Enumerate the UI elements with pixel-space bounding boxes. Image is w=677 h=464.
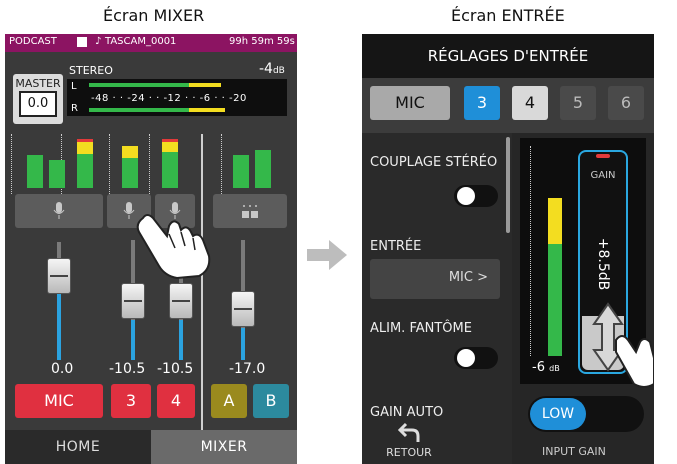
tab-4[interactable]: 4 [512,86,548,120]
meter-scale-ticks [149,134,156,194]
low-cut-label: LOW [530,398,586,430]
remaining-time: 99h 59m 59s [229,36,295,47]
status-bar: PODCAST ♪ TASCAM_0001 99h 59m 59s [5,34,297,52]
mic-fader-knob[interactable] [48,259,70,293]
back-arrow-icon [398,422,420,442]
meter-min: -6 dB [532,360,560,375]
mic-channel-button[interactable] [15,194,103,228]
left-channel-label: L [71,81,77,92]
a-select[interactable]: A [211,384,247,418]
tab-3[interactable]: 3 [464,86,500,120]
mic-channel-select[interactable]: MIC [15,384,103,418]
master-value: 0.0 [19,91,57,117]
master-level-value: -4 [259,61,273,77]
left-level-green [89,83,189,87]
gain-value: +8.5dB [595,237,611,291]
b-select[interactable]: B [253,384,289,418]
mic-fader-track [57,290,61,360]
a-meter-r [255,150,271,188]
tab-6[interactable]: 6 [608,86,644,120]
phantom-power-label: ALIM. FANTÔME [370,321,472,336]
ch3-select[interactable]: 3 [111,384,151,418]
ch3-fader-value: -10.5 [109,361,146,377]
section-divider [201,134,203,430]
master-level-unit: dB [272,66,285,76]
mic-meter-peak [77,139,93,188]
master-button[interactable]: MASTER 0.0 [13,74,63,124]
back-button[interactable]: RETOUR [384,422,434,464]
external-input-button[interactable] [213,194,287,228]
gain-peak-indicator [596,154,610,158]
input-label: ENTRÉE [370,239,422,254]
a-fader-track [241,328,245,360]
hand-pointer-icon [136,214,211,280]
mixer-caption: Écran MIXER [103,6,205,25]
page-title: RÉGLAGES D'ENTRÉE [362,34,654,78]
meter-scale: -48 · · -24 · · -12 · · -6 · · -20 [91,93,247,104]
gain-meter-ticks [530,146,537,356]
a-fader-value: -17.0 [229,361,266,377]
left-level-yellow [189,83,221,87]
external-input-icon [242,205,258,218]
tab-home[interactable]: HOME [5,430,151,464]
ch4-fader-value: -10.5 [157,361,194,377]
ch3-fader-knob[interactable] [122,284,144,318]
mic-fader-value: 0.0 [51,361,74,377]
ch3-fader-track [131,320,135,360]
phantom-power-toggle[interactable] [454,347,498,369]
ch3-meter [122,146,138,188]
meter-scale-ticks [221,134,228,194]
ch4-meter [162,139,178,188]
stereo-link-toggle[interactable] [454,185,498,207]
back-label: RETOUR [386,446,432,459]
auto-gain-label: GAIN AUTO [370,405,444,420]
master-meter: L R -48 · · -24 · · -12 · · -6 · · -20 [67,79,287,116]
note-icon: ♪ [95,36,102,47]
stop-icon [77,37,87,47]
scrollbar[interactable] [506,137,510,233]
input-level-meter [548,198,562,356]
right-level-green [89,108,189,112]
hand-pointer-icon [615,335,654,388]
mic-meter-r [49,160,65,188]
tab-5[interactable]: 5 [560,86,596,120]
a-fader-knob[interactable] [232,292,254,326]
gain-label: GAIN [590,170,616,181]
tab-mic[interactable]: MIC [370,86,450,120]
channel-strips: 0.0 -10.5 -10.5 -17.0 MIC 3 4 A B [5,134,297,430]
meter-scale-ticks [11,134,18,194]
input-gain-label: INPUT GAIN [542,445,606,458]
meter-scale-ticks [109,134,116,194]
ch4-select[interactable]: 4 [157,384,195,418]
file-name: TASCAM_0001 [105,36,177,47]
mode-label: PODCAST [9,36,57,47]
meter-min-unit: dB [549,364,560,373]
low-cut-toggle[interactable]: LOW [528,396,644,432]
settings-list: COUPLAGE STÉRÉO ENTRÉE MIC > ALIM. FANTÔ… [362,133,512,464]
ch4-fader-knob[interactable] [170,284,192,318]
mixer-screen: PODCAST ♪ TASCAM_0001 99h 59m 59s MASTER… [5,34,297,464]
mic-meter-l [27,155,43,188]
right-level-yellow [189,108,225,112]
master-label: MASTER [15,77,61,90]
arrow-right-icon [307,240,347,270]
a-meter-l [233,155,249,188]
entree-caption: Écran ENTRÉE [451,6,565,25]
stereo-label: STEREO [69,64,113,77]
master-level: -4dB [259,61,285,77]
entree-screen: RÉGLAGES D'ENTRÉE MIC 3 4 5 6 COUPLAGE S… [362,34,654,464]
microphone-icon [53,202,65,219]
ch4-fader-track [179,320,183,360]
tab-mixer[interactable]: MIXER [151,430,297,464]
bottom-controls: LOW INPUT GAIN [512,389,654,464]
input-tabs: MIC 3 4 5 6 [362,78,654,133]
right-channel-label: R [71,103,78,114]
input-select[interactable]: MIC > [370,259,500,299]
input-select-value: MIC > [448,270,488,285]
stereo-link-label: COUPLAGE STÉRÉO [370,155,498,170]
meter-min-value: -6 [532,360,545,375]
